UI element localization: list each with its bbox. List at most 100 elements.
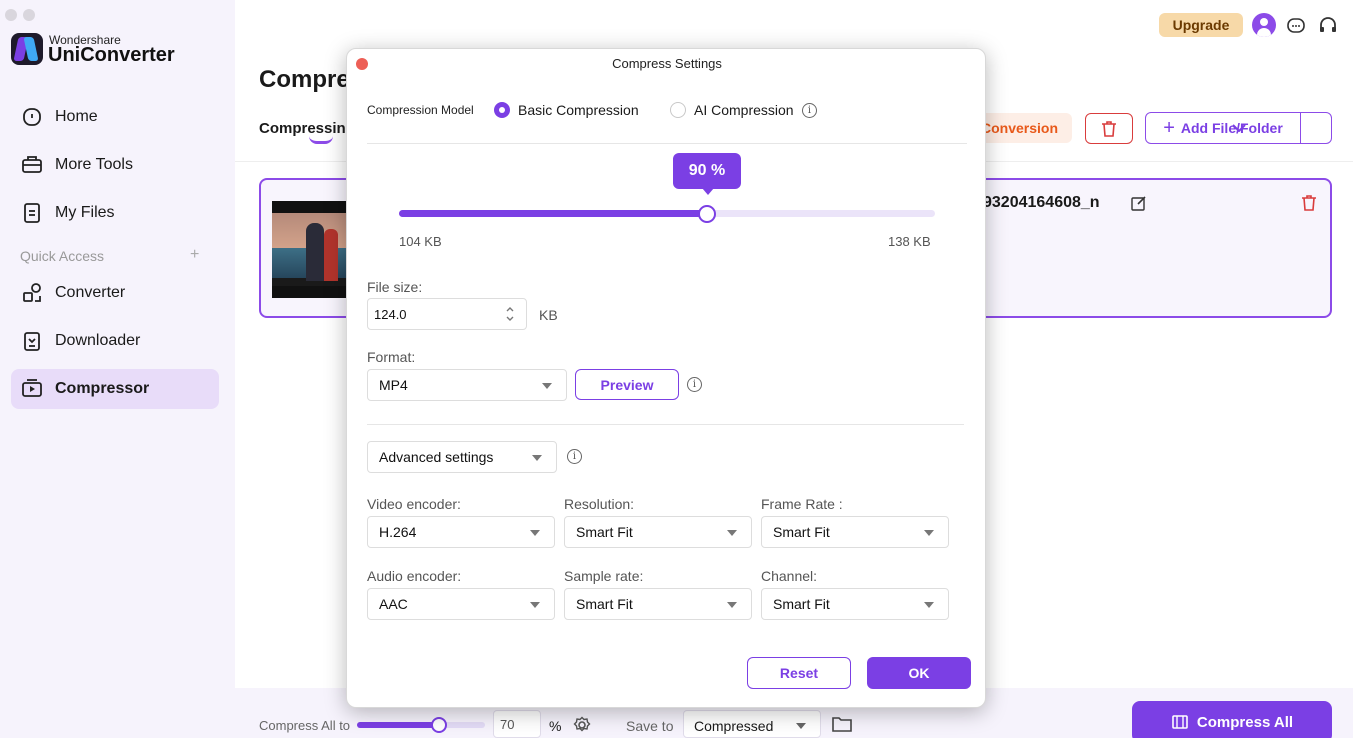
ai-compression-radio[interactable] bbox=[670, 102, 686, 118]
max-size-label: 138 KB bbox=[888, 234, 931, 249]
channel-select[interactable]: Smart Fit bbox=[761, 588, 949, 620]
compress-all-to-label: Compress All to bbox=[259, 718, 351, 733]
tab-active-indicator bbox=[309, 136, 333, 144]
basic-compression-label[interactable]: Basic Compression bbox=[518, 102, 639, 118]
quick-access-add-button[interactable]: + bbox=[190, 246, 199, 264]
compression-model-label: Compression Model bbox=[367, 103, 474, 117]
sample-rate-select[interactable]: Smart Fit bbox=[564, 588, 752, 620]
divider bbox=[367, 424, 964, 425]
avatar[interactable] bbox=[1252, 13, 1276, 37]
sidebar-item-compressor[interactable]: Compressor bbox=[11, 369, 219, 409]
trash-icon[interactable] bbox=[1301, 194, 1317, 212]
upgrade-button[interactable]: Upgrade bbox=[1159, 13, 1243, 37]
compression-slider-handle[interactable] bbox=[698, 205, 717, 223]
user-icon bbox=[1257, 18, 1271, 37]
brand-name: UniConverter bbox=[48, 44, 175, 66]
frame-rate-value: Smart Fit bbox=[773, 524, 830, 540]
compress-settings-dialog: Compress Settings Compression Model Basi… bbox=[346, 48, 986, 708]
file-size-unit: KB bbox=[539, 307, 558, 323]
frame-rate-label: Frame Rate : bbox=[761, 496, 843, 512]
sidebar-item-label: Home bbox=[55, 108, 98, 125]
feedback-icon[interactable] bbox=[1286, 16, 1306, 36]
sample-rate-value: Smart Fit bbox=[576, 596, 633, 612]
stepper-arrows-icon[interactable] bbox=[506, 305, 514, 323]
divider bbox=[367, 143, 967, 144]
file-icon bbox=[24, 203, 40, 223]
add-file-label-wrap[interactable]: + Add File/Folder bbox=[1146, 113, 1301, 143]
info-icon[interactable]: i bbox=[567, 449, 582, 464]
percent-label: % bbox=[549, 718, 562, 734]
sidebar-item-home[interactable]: Home bbox=[11, 97, 219, 137]
ai-compression-label[interactable]: AI Compression bbox=[694, 102, 794, 118]
chevron-down-icon bbox=[532, 455, 542, 461]
app-logo-icon bbox=[11, 33, 43, 65]
compress-all-label: Compress All bbox=[1196, 713, 1294, 731]
window-minimize-button[interactable] bbox=[23, 9, 35, 21]
audio-encoder-label: Audio encoder: bbox=[367, 568, 462, 584]
toolbox-icon bbox=[22, 156, 42, 173]
add-file-folder-button[interactable]: + Add File/Folder bbox=[1145, 112, 1332, 144]
video-encoder-value: H.264 bbox=[379, 524, 417, 540]
basic-compression-radio[interactable] bbox=[494, 102, 510, 118]
file-size-label: File size: bbox=[367, 279, 423, 295]
format-select[interactable]: MP4 bbox=[367, 369, 567, 401]
chevron-down-icon bbox=[530, 530, 540, 536]
audio-encoder-select[interactable]: AAC bbox=[367, 588, 555, 620]
reset-button[interactable]: Reset bbox=[747, 657, 851, 689]
sidebar-item-converter[interactable]: Converter bbox=[11, 273, 219, 313]
compress-icon bbox=[1172, 715, 1188, 729]
sidebar: Wondershare UniConverter Home More Tools… bbox=[0, 0, 235, 738]
advanced-settings-label: Advanced settings bbox=[379, 449, 494, 465]
conversion-button[interactable]: Conversion bbox=[975, 113, 1072, 143]
chevron-down-icon bbox=[727, 602, 737, 608]
save-location-select[interactable]: Compressed bbox=[683, 710, 821, 738]
format-label: Format: bbox=[367, 349, 416, 365]
compressor-icon bbox=[22, 379, 42, 397]
video-thumbnail bbox=[272, 201, 352, 298]
quick-access-label: Quick Access bbox=[20, 248, 105, 264]
download-icon bbox=[24, 332, 40, 351]
folder-icon[interactable] bbox=[832, 716, 852, 732]
support-headset-icon[interactable] bbox=[1318, 16, 1338, 36]
delete-all-button[interactable] bbox=[1085, 113, 1133, 144]
settings-gear-icon[interactable] bbox=[573, 716, 591, 734]
sidebar-item-label: Downloader bbox=[55, 332, 141, 349]
chevron-down-icon bbox=[924, 602, 934, 608]
advanced-settings-select[interactable]: Advanced settings bbox=[367, 441, 557, 473]
compress-all-value-input[interactable]: 70 bbox=[493, 710, 541, 738]
sidebar-item-my-files[interactable]: My Files bbox=[11, 193, 219, 233]
compress-all-slider-fill bbox=[357, 722, 441, 728]
dialog-title: Compress Settings bbox=[612, 56, 722, 71]
chevron-down-icon bbox=[530, 602, 540, 608]
info-icon[interactable]: i bbox=[687, 377, 702, 392]
ok-button[interactable]: OK bbox=[867, 657, 971, 689]
audio-encoder-value: AAC bbox=[379, 596, 408, 612]
info-icon[interactable]: i bbox=[802, 103, 817, 118]
sidebar-item-label: More Tools bbox=[55, 156, 133, 173]
tab-compressing[interactable]: Compressin bbox=[259, 120, 346, 137]
format-value: MP4 bbox=[379, 377, 408, 393]
window-close-button[interactable] bbox=[5, 9, 17, 21]
home-icon bbox=[23, 108, 41, 126]
compress-all-button[interactable]: Compress All bbox=[1132, 701, 1332, 738]
edit-icon[interactable] bbox=[1131, 195, 1147, 211]
page-title: Compre bbox=[259, 66, 350, 93]
save-to-label: Save to bbox=[626, 718, 674, 734]
preview-button[interactable]: Preview bbox=[575, 369, 679, 400]
chevron-down-icon bbox=[727, 530, 737, 536]
file-size-input[interactable]: 124.0 bbox=[367, 298, 527, 330]
sidebar-item-label: Converter bbox=[55, 284, 126, 301]
sidebar-item-label: My Files bbox=[55, 204, 115, 221]
resolution-value: Smart Fit bbox=[576, 524, 633, 540]
file-name: 93204164608_n bbox=[983, 194, 1100, 211]
video-encoder-label: Video encoder: bbox=[367, 496, 461, 512]
resolution-select[interactable]: Smart Fit bbox=[564, 516, 752, 548]
sidebar-item-downloader[interactable]: Downloader bbox=[11, 321, 219, 361]
file-size-value: 124.0 bbox=[374, 306, 407, 322]
compress-all-slider-handle[interactable] bbox=[431, 717, 447, 733]
trash-icon bbox=[1102, 120, 1116, 137]
converter-icon bbox=[23, 283, 41, 302]
video-encoder-select[interactable]: H.264 bbox=[367, 516, 555, 548]
frame-rate-select[interactable]: Smart Fit bbox=[761, 516, 949, 548]
sidebar-item-more-tools[interactable]: More Tools bbox=[11, 145, 219, 185]
